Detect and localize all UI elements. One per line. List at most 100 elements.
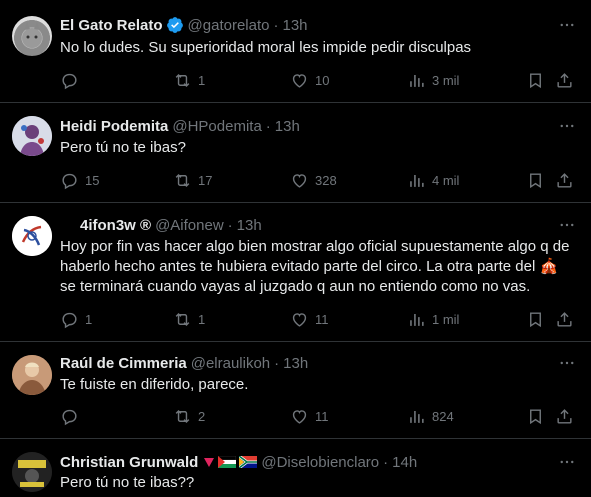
more-icon[interactable] [557,215,577,235]
tweet[interactable]: El Gato Relato @gatorelato · 13h No lo d… [0,0,591,103]
tweet[interactable]: 4ifon3w ® @Aifonew · 13h Hoy por fin vas… [0,204,591,342]
share-button[interactable] [555,68,574,92]
bookmark-icon [530,408,541,424]
like-icon [292,173,307,188]
views-icon [410,410,424,423]
reply-icon [62,312,77,328]
share-button[interactable] [555,168,574,192]
repost-button[interactable]: 17 [173,168,212,192]
repost-button[interactable]: 1 [173,68,205,92]
avatar[interactable] [12,452,52,492]
reply-icon [62,173,77,189]
repost-count: 1 [198,72,206,88]
like-icon [292,312,307,327]
repost-button[interactable]: 2 [173,404,205,428]
timestamp[interactable]: 13h [282,17,307,34]
tweet[interactable]: Raúl de Cimmeria @elraulikoh · 13h Te fu… [0,343,591,439]
views-count: 3 mil [432,72,460,88]
views-icon [410,174,424,187]
verified-icon [166,16,184,34]
user-handle[interactable]: @elraulikoh [191,355,270,372]
like-count: 10 [315,72,330,88]
action-bar: 2 11 824 [52,404,581,428]
reply-button[interactable] [60,68,85,92]
repost-button[interactable]: 1 [173,307,205,331]
views-button[interactable]: 824 [407,404,454,428]
reply-button[interactable]: 1 [60,307,92,331]
like-icon [292,73,307,88]
views-icon [410,313,424,326]
repost-count: 17 [198,172,213,188]
avatar[interactable] [12,216,52,256]
avatar[interactable] [12,355,52,395]
reply-button[interactable] [60,404,85,428]
more-icon[interactable] [557,116,577,136]
display-name[interactable]: Raúl de Cimmeria [60,355,187,372]
separator-dot: · [383,453,389,471]
separator-dot: · [265,117,271,135]
display-name[interactable]: Heidi Podemita [60,118,168,135]
views-button[interactable]: 1 mil [407,307,459,331]
share-button[interactable] [555,307,574,331]
tweet-text: Pero tú no te ibas?? [60,474,195,491]
timestamp[interactable]: 14h [392,454,417,471]
bookmark-icon [530,311,541,327]
display-name[interactable]: El Gato Relato [60,17,163,34]
separator-dot: · [227,216,233,234]
bookmark-icon [530,72,541,88]
tweet-header: Raúl de Cimmeria @elraulikoh · 13h [60,353,551,373]
tweet-text: Hoy por fin vas hacer algo bien mostrar … [60,238,570,295]
like-count: 11 [315,408,329,424]
more-icon[interactable] [557,452,577,472]
more-icon[interactable] [557,353,577,373]
like-button[interactable]: 11 [290,307,329,331]
tweet-text: Pero tú no te ibas? [60,139,186,156]
timestamp[interactable]: 13h [283,355,308,372]
like-button[interactable]: 328 [290,168,337,192]
share-icon [557,311,572,327]
share-button[interactable] [555,404,574,428]
avatar[interactable] [12,16,52,56]
reply-icon [62,73,77,89]
tweet[interactable]: Christian Grunwald @Diselobienclaro · 14… [0,440,591,497]
user-handle[interactable]: @Aifonew [155,217,224,234]
bookmark-icon [530,172,541,188]
share-icon [557,172,572,188]
reply-button[interactable]: 15 [60,168,99,192]
like-icon [292,409,307,424]
repost-icon [175,73,190,87]
red-triangle-icon [204,458,215,467]
user-handle[interactable]: @gatorelato [188,17,270,34]
like-button[interactable]: 11 [290,404,329,428]
flag-badges [203,456,258,468]
avatar[interactable] [12,116,52,156]
timestamp[interactable]: 13h [237,217,262,234]
more-icon[interactable] [557,15,577,35]
action-bar: 1 10 3 mil [52,68,581,92]
bookmark-button[interactable] [526,307,545,331]
user-handle[interactable]: @Diselobienclaro [261,454,379,471]
action-bar: 1 1 11 1 mil [52,307,581,331]
display-name[interactable]: Christian Grunwald [60,454,198,471]
replies-feed: El Gato Relato @gatorelato · 13h No lo d… [0,0,591,497]
like-button[interactable]: 10 [290,68,329,92]
palestine-flag-icon [218,456,237,468]
bookmark-button[interactable] [526,168,545,192]
views-button[interactable]: 3 mil [407,68,459,92]
views-icon [410,74,424,87]
tweet-header: El Gato Relato @gatorelato · 13h [60,15,551,35]
views-button[interactable]: 4 mil [407,168,459,192]
repost-icon [175,312,190,326]
tweet[interactable]: Heidi Podemita @HPodemita · 13h Pero tú … [0,104,591,203]
like-count: 328 [315,172,337,188]
share-icon [557,72,572,88]
bookmark-button[interactable] [526,404,545,428]
bookmark-button[interactable] [526,68,545,92]
user-handle[interactable]: @HPodemita [172,118,261,135]
south-africa-flag-icon [239,456,258,468]
reply-icon [62,409,77,425]
timestamp[interactable]: 13h [275,118,300,135]
display-name[interactable]: 4ifon3w ® [80,217,151,234]
repost-count: 1 [198,311,206,327]
views-count: 1 mil [432,311,460,327]
